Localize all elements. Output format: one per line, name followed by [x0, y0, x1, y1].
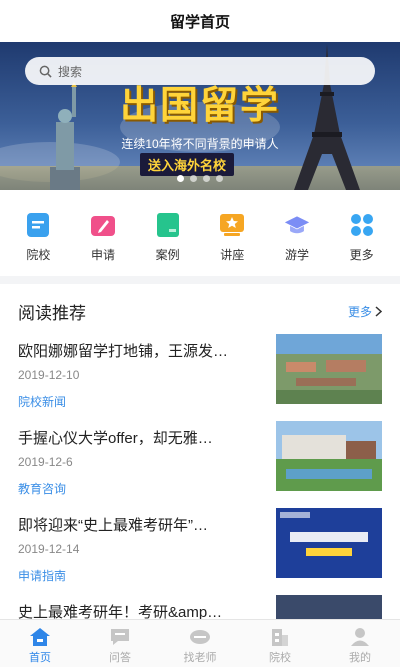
grid-label: 申请	[90, 248, 115, 262]
chevron-right-icon	[375, 305, 382, 317]
article-headline: 即将迎来“史上最难考研年”…	[18, 517, 208, 534]
article-item[interactable]: 欧阳娜娜留学打地铺，王源发… 2019-12-10 院校新闻	[0, 332, 400, 419]
article-category[interactable]: 教育咨询	[18, 480, 276, 497]
lecture-star-icon	[219, 212, 245, 238]
page-title: 留学首页	[169, 13, 230, 31]
tab-schools[interactable]: 院校	[250, 620, 310, 667]
banner-tagline: 送入海外名校	[140, 153, 235, 176]
more-link[interactable]: 更多	[348, 303, 382, 320]
article-date: 2019-12-10	[18, 368, 80, 382]
teacher-icon	[190, 630, 210, 644]
carousel-dots[interactable]	[0, 175, 400, 182]
grid-item-apply[interactable]: 申请	[73, 212, 133, 276]
grid-item-school[interactable]: 院校	[8, 212, 68, 276]
article-category[interactable]: 院校新闻	[18, 393, 276, 410]
apply-pen-icon	[90, 212, 116, 238]
grid-label: 案例	[155, 248, 180, 262]
article-item[interactable]: 手握心仪大学offer，却无雅… 2019-12-6 教育咨询	[0, 419, 400, 506]
home-icon	[30, 628, 50, 646]
banner-title: 出国留学	[119, 85, 280, 127]
promo-banner[interactable]: 搜索 出国留学 连续10年将不同背景的申请人 送入海外名校	[0, 42, 400, 190]
grid-label: 讲座	[220, 248, 245, 262]
school-doc-icon	[25, 212, 51, 238]
article-headline: 欧阳娜娜留学打地铺，王源发…	[18, 343, 229, 360]
article-headline: 手握心仪大学offer，却无雅…	[18, 430, 213, 447]
building-icon	[272, 629, 288, 646]
more-label: 更多	[347, 304, 372, 319]
article-item[interactable]: 即将迎来“史上最难考研年”… 2019-12-14 申请指南	[0, 506, 400, 593]
category-grid: 院校 申请 案例 讲座 游学 更多	[0, 190, 400, 276]
grid-label: 更多	[349, 248, 374, 262]
tab-qa[interactable]: 问答	[90, 620, 150, 667]
grid-item-case[interactable]: 案例	[138, 212, 198, 276]
article-thumbnail-campus-aerial	[276, 334, 382, 404]
carousel-dot[interactable]	[190, 175, 197, 182]
grid-item-study-tour[interactable]: 游学	[267, 212, 327, 276]
carousel-dot[interactable]	[203, 175, 210, 182]
chat-icon	[111, 629, 129, 645]
carousel-dot[interactable]	[216, 175, 223, 182]
section-title: 阅读推荐	[18, 303, 86, 323]
article-date: 2019-12-14	[18, 542, 80, 556]
case-book-icon	[155, 212, 181, 238]
article-category[interactable]: 申请指南	[18, 567, 276, 584]
tab-label: 问答	[109, 652, 131, 664]
user-icon	[351, 628, 369, 646]
reading-header: 阅读推荐 更多	[0, 290, 400, 332]
tab-find-teacher[interactable]: 找老师	[170, 620, 230, 667]
grad-cap-icon	[284, 212, 310, 238]
grid-label: 院校	[26, 248, 51, 262]
bottom-tab-bar: 首页 问答 找老师 院校 我的	[0, 619, 400, 667]
grid-item-more[interactable]: 更多	[332, 212, 392, 276]
tab-label: 首页	[29, 652, 51, 664]
tab-profile[interactable]: 我的	[330, 620, 390, 667]
tab-label: 我的	[349, 652, 371, 664]
article-thumbnail-campus-building	[276, 421, 382, 491]
grid-label: 游学	[284, 248, 309, 262]
grid-item-lecture[interactable]: 讲座	[202, 212, 262, 276]
tab-home[interactable]: 首页	[10, 620, 70, 667]
banner-subtitle: 连续10年将不同背景的申请人	[121, 137, 279, 151]
top-bar: 留学首页	[0, 0, 400, 42]
section-divider	[0, 276, 400, 284]
article-date: 2019-12-6	[18, 455, 73, 469]
tab-label: 院校	[269, 652, 291, 664]
carousel-dot[interactable]	[177, 175, 184, 182]
article-thumbnail-promo-graphic	[276, 508, 382, 578]
tab-label: 找老师	[183, 652, 217, 664]
more-grid-icon	[349, 212, 375, 238]
